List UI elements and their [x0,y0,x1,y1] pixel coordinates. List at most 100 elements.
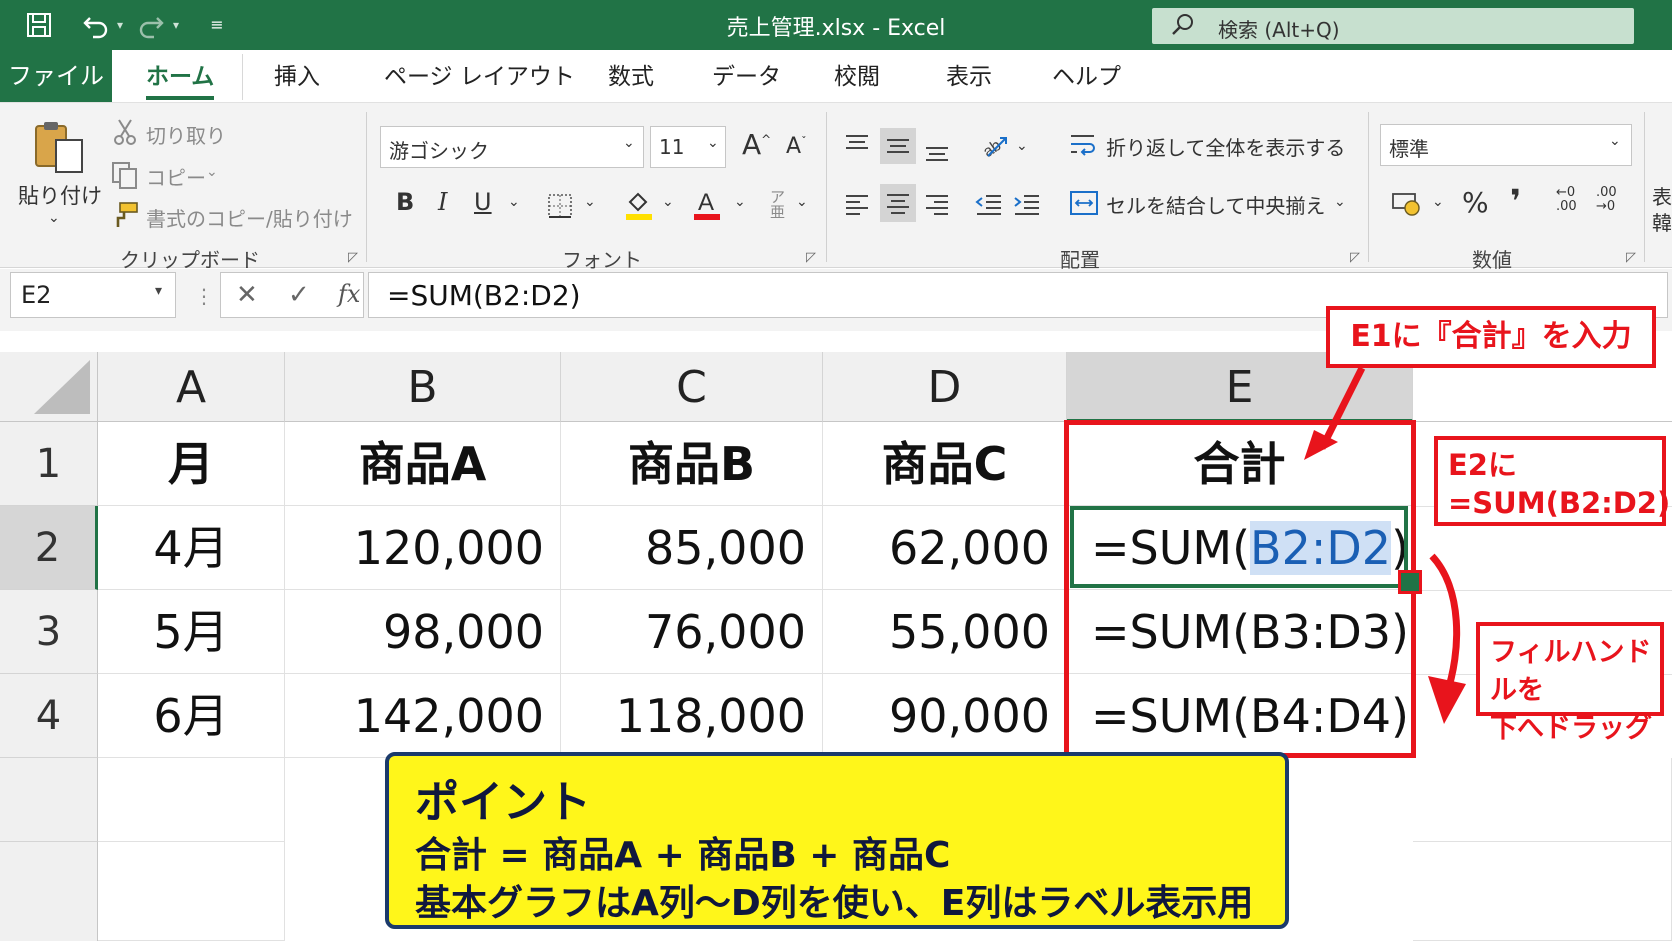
underline-button[interactable]: U [474,188,492,216]
font-color-dropdown-icon[interactable]: ⌄ [734,194,746,210]
cell-b2[interactable]: 120,000 [285,506,561,590]
cell-f5[interactable] [1413,758,1672,842]
cell-a2[interactable]: 4月 [98,506,285,590]
font-name-dropdown[interactable]: 游ゴシック ⌄ [380,126,644,168]
tab-insert[interactable]: 挿入 [274,50,320,102]
cell-c2[interactable]: 85,000 [561,506,823,590]
decrease-indent-icon[interactable] [974,188,1004,218]
underline-dropdown-icon[interactable]: ⌄ [508,194,520,210]
row-header-3[interactable]: 3 [0,590,98,674]
column-header-a[interactable]: A [98,352,285,422]
tab-page-layout[interactable]: ページ レイアウト [384,50,575,102]
cut-button[interactable]: 切り取り [146,120,226,149]
alignment-launcher-icon[interactable]: ◸ [1350,250,1360,265]
cancel-entry-icon[interactable]: ✕ [236,280,258,310]
row-header-5[interactable] [0,758,98,842]
more-options-icon[interactable]: ⋮ [194,284,214,308]
format-painter-button[interactable]: 書式のコピー/貼り付け [146,203,353,232]
copy-dropdown-icon[interactable]: ⌄ [206,164,218,180]
cell-c3[interactable]: 76,000 [561,590,823,674]
cell-a6[interactable] [98,842,285,941]
cell-a1[interactable]: 月 [98,422,285,506]
row-header-6[interactable] [0,842,98,941]
tab-file[interactable]: ファイル [0,50,112,102]
align-middle-icon[interactable] [880,128,916,164]
insert-function-icon[interactable]: fx [338,280,360,308]
number-launcher-icon[interactable]: ◸ [1626,250,1636,265]
borders-dropdown-icon[interactable]: ⌄ [584,194,596,210]
font-launcher-icon[interactable]: ◸ [806,250,816,265]
select-all-button[interactable] [0,352,98,422]
accounting-format-icon[interactable] [1390,188,1424,218]
confirm-entry-icon[interactable]: ✓ [288,280,310,310]
increase-decimal-icon[interactable]: ←0.00 [1556,186,1577,214]
italic-button[interactable]: I [438,188,447,216]
cell-a5[interactable] [98,758,285,842]
cell-d4[interactable]: 90,000 [823,674,1067,758]
cell-a3[interactable]: 5月 [98,590,285,674]
tab-divider [242,54,243,100]
clipboard-launcher-icon[interactable]: ◸ [348,250,358,265]
font-color-icon[interactable]: A [692,186,722,222]
paste-icon[interactable] [30,118,88,176]
cell-f6[interactable] [1413,842,1672,941]
align-top-icon[interactable] [842,130,872,160]
phonetic-icon[interactable]: ア亜 [770,190,785,220]
cell-d3[interactable]: 55,000 [823,590,1067,674]
fill-color-dropdown-icon[interactable]: ⌄ [662,194,674,210]
row-header-1[interactable]: 1 [0,422,98,506]
wrap-text-icon[interactable] [1068,130,1098,160]
cell-b4[interactable]: 142,000 [285,674,561,758]
name-box[interactable]: E2 ▾ [10,272,176,318]
borders-icon[interactable] [546,192,574,220]
wrap-text-button[interactable]: 折り返して全体を表示する [1106,132,1345,161]
tab-formulas[interactable]: 数式 [608,50,654,102]
tab-help[interactable]: ヘルプ [1052,50,1121,102]
align-right-icon[interactable] [922,188,952,218]
merge-center-icon[interactable] [1068,188,1100,218]
cell-c1[interactable]: 商品B [561,422,823,506]
cell-d2[interactable]: 62,000 [823,506,1067,590]
search-box[interactable]: 検索 (Alt+Q) [1152,8,1634,44]
merge-dropdown-icon[interactable]: ⌄ [1334,194,1346,210]
cut-icon[interactable] [112,118,138,146]
row-header-4[interactable]: 4 [0,674,98,758]
column-header-c[interactable]: C [561,352,823,422]
row-header-2[interactable]: 2 [0,506,98,590]
column-header-d[interactable]: D [823,352,1067,422]
cell-a4[interactable]: 6月 [98,674,285,758]
merge-center-button[interactable]: セルを結合して中央揃え [1106,190,1325,219]
font-size-dropdown[interactable]: 11 ⌄ [650,126,726,168]
comma-style-icon[interactable]: ❜ [1510,182,1521,220]
bold-button[interactable]: B [396,188,414,216]
accounting-dropdown-icon[interactable]: ⌄ [1432,194,1444,210]
copy-icon[interactable] [110,160,140,190]
tab-home[interactable]: ホーム [146,50,215,100]
decrease-decimal-icon[interactable]: .00 →0 [1596,186,1617,214]
number-format-dropdown[interactable]: 標準 ⌄ [1380,124,1632,166]
tab-view[interactable]: 表示 [946,50,992,102]
percent-style-icon[interactable]: % [1462,186,1489,219]
cell-b3[interactable]: 98,000 [285,590,561,674]
paste-dropdown-icon[interactable]: ⌄ [48,210,60,226]
increase-indent-icon[interactable] [1012,188,1042,218]
shrink-font-icon[interactable]: Aˇ [786,134,807,159]
format-painter-icon[interactable] [110,200,140,230]
copy-button[interactable]: コピー [146,162,206,191]
fill-color-icon[interactable] [624,188,654,222]
align-bottom-icon[interactable] [922,132,952,166]
tab-review[interactable]: 校閲 [834,50,880,102]
grow-font-icon[interactable]: A^ [742,128,771,161]
phonetic-dropdown-icon[interactable]: ⌄ [796,194,808,210]
orientation-icon[interactable]: ab [980,130,1012,162]
svg-text:ab: ab [980,137,1004,161]
align-left-icon[interactable] [842,188,872,218]
orientation-dropdown-icon[interactable]: ⌄ [1016,138,1028,154]
column-header-b[interactable]: B [285,352,561,422]
align-center-icon[interactable] [880,184,916,222]
cell-b1[interactable]: 商品A [285,422,561,506]
tab-data[interactable]: データ [712,50,781,102]
paste-button[interactable]: 貼り付け [18,180,102,210]
cell-d1[interactable]: 商品C [823,422,1067,506]
cell-c4[interactable]: 118,000 [561,674,823,758]
